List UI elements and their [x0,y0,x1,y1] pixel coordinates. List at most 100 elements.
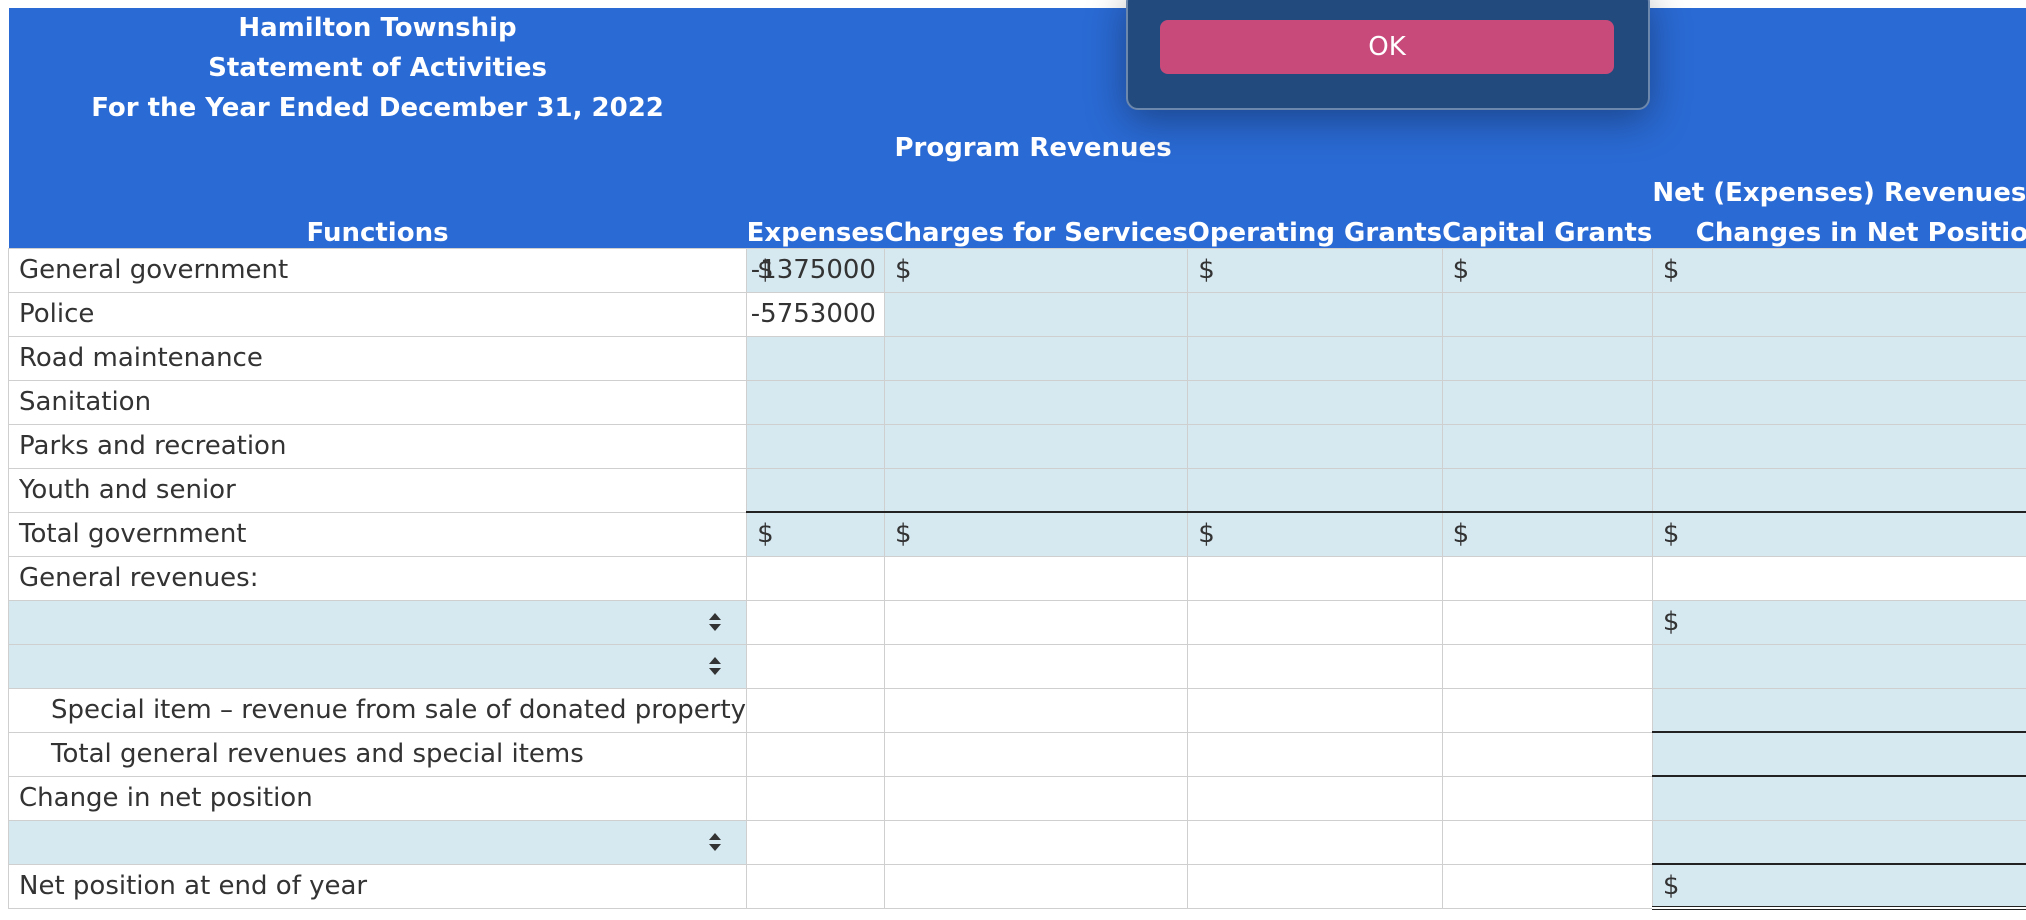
table-row: Parks and recreation [7,423,2026,469]
charges-input[interactable] [883,423,1189,469]
select-arrows-icon [708,611,722,633]
report-subtitle: Statement of Activities [8,48,747,88]
table-row: $ [7,599,2026,645]
row-label: Change in net position [7,775,748,821]
table-row [7,819,2026,865]
operating-grants-input[interactable] [1187,423,1443,469]
net-input[interactable]: $ [1651,599,2026,645]
dollar-sign: $ [894,519,912,550]
row-label: Road maintenance [7,335,748,381]
functions-header: Functions [8,208,747,248]
dollar-sign: $ [1662,607,1680,637]
expenses-input[interactable]: $ -1375000 [746,247,885,293]
capital-grants-header: Capital Grants [1442,208,1653,248]
table-row: General revenues: [7,555,2026,601]
net-header-line1: Net (Expenses) Revenues and [1652,168,2026,208]
row-label: Total general revenues and special items [7,731,748,777]
table-row: Total general revenues and special items [7,731,2026,777]
net-input[interactable] [1651,687,2026,733]
operating-grants-header: Operating Grants [1187,208,1443,248]
net-input[interactable] [1651,467,2026,513]
row-label: General revenues: [7,555,748,601]
report-period: For the Year Ended December 31, 2022 [8,88,747,128]
dollar-sign: $ [1452,255,1470,285]
net-input[interactable]: $ [1651,247,2026,293]
net-input[interactable] [1651,423,2026,469]
dollar-sign: $ [1198,519,1215,550]
capital-grants-input[interactable] [1441,467,1653,513]
statement-of-activities-table: Hamilton Township Statement of Activitie… [7,8,2026,910]
dollar-sign: $ [1198,255,1215,285]
dollar-sign: $ [757,519,774,550]
expenses-input[interactable] [746,379,885,425]
row-label: Parks and recreation [7,423,748,469]
net-input[interactable] [1651,335,2026,381]
general-revenue-select-1[interactable] [7,599,748,645]
table-row: Change in net position [7,775,2026,821]
net-end-input[interactable]: $ [1651,863,2026,910]
ok-button[interactable]: OK [1160,20,1614,74]
operating-grants-total-input[interactable]: $ [1187,511,1443,557]
table-row: General government $ -1375000 $ $ $ $ [7,247,2026,293]
dollar-sign: $ [1662,255,1680,285]
charges-input[interactable] [883,291,1189,337]
general-revenue-select-2[interactable] [7,643,748,689]
capital-grants-input[interactable] [1441,379,1653,425]
operating-grants-input[interactable] [1187,379,1443,425]
expenses-input[interactable] [746,335,885,381]
charges-input[interactable] [883,467,1189,513]
net-input[interactable] [1651,731,2026,777]
dollar-sign: $ [1452,519,1470,550]
net-input[interactable] [1651,291,2026,337]
charges-input[interactable] [883,379,1189,425]
charges-input[interactable]: $ [883,247,1189,293]
charges-input[interactable] [883,335,1189,381]
table-row: Road maintenance [7,335,2026,381]
table-row: Police -5753000 [7,291,2026,337]
net-total-input[interactable]: $ [1651,511,2026,557]
net-input[interactable] [1651,819,2026,865]
row-label: Special item – revenue from sale of dona… [7,687,748,733]
expenses-value: -5753000 [750,299,876,329]
charges-header: Charges for Services [884,208,1188,248]
expenses-input[interactable] [746,467,885,513]
capital-grants-input[interactable] [1441,423,1653,469]
alert-dialog: OK [1126,0,1650,110]
table-row [7,643,2026,689]
expenses-header: Expenses [746,208,885,248]
row-label: General government [7,247,748,293]
row-label: Net position at end of year [7,863,748,909]
expenses-total-input[interactable]: $ [746,511,885,557]
capital-grants-total-input[interactable]: $ [1441,511,1653,557]
net-position-select[interactable] [7,819,748,865]
expenses-value: -1375000 [750,255,876,285]
select-arrows-icon [708,831,722,853]
table-row: Special item – revenue from sale of dona… [7,687,2026,733]
program-revenues-header: Program Revenues [894,133,1172,163]
table-row: Total government $ $ $ $ $ [7,511,2026,557]
capital-grants-input[interactable] [1441,291,1653,337]
dollar-sign: $ [894,255,912,285]
row-label: Sanitation [7,379,748,425]
expenses-input[interactable] [746,423,885,469]
dollar-sign: $ [1662,519,1680,550]
table-row: Net position at end of year $ [7,863,2026,910]
operating-grants-input[interactable] [1187,467,1443,513]
operating-grants-input[interactable] [1187,291,1443,337]
table-row: Youth and senior [7,467,2026,513]
operating-grants-input[interactable] [1187,335,1443,381]
expenses-cell: -5753000 [746,291,885,337]
table-row: Sanitation [7,379,2026,425]
report-title: Hamilton Township [8,8,747,48]
capital-grants-input[interactable] [1441,335,1653,381]
net-input[interactable] [1651,379,2026,425]
operating-grants-input[interactable]: $ [1187,247,1443,293]
dollar-sign: $ [1662,870,1680,901]
net-input[interactable] [1651,643,2026,689]
capital-grants-input[interactable]: $ [1441,247,1653,293]
net-input[interactable] [1651,775,2026,821]
row-label: Total government [7,511,748,557]
select-arrows-icon [708,655,722,677]
charges-total-input[interactable]: $ [883,511,1189,557]
row-label: Police [7,291,748,337]
